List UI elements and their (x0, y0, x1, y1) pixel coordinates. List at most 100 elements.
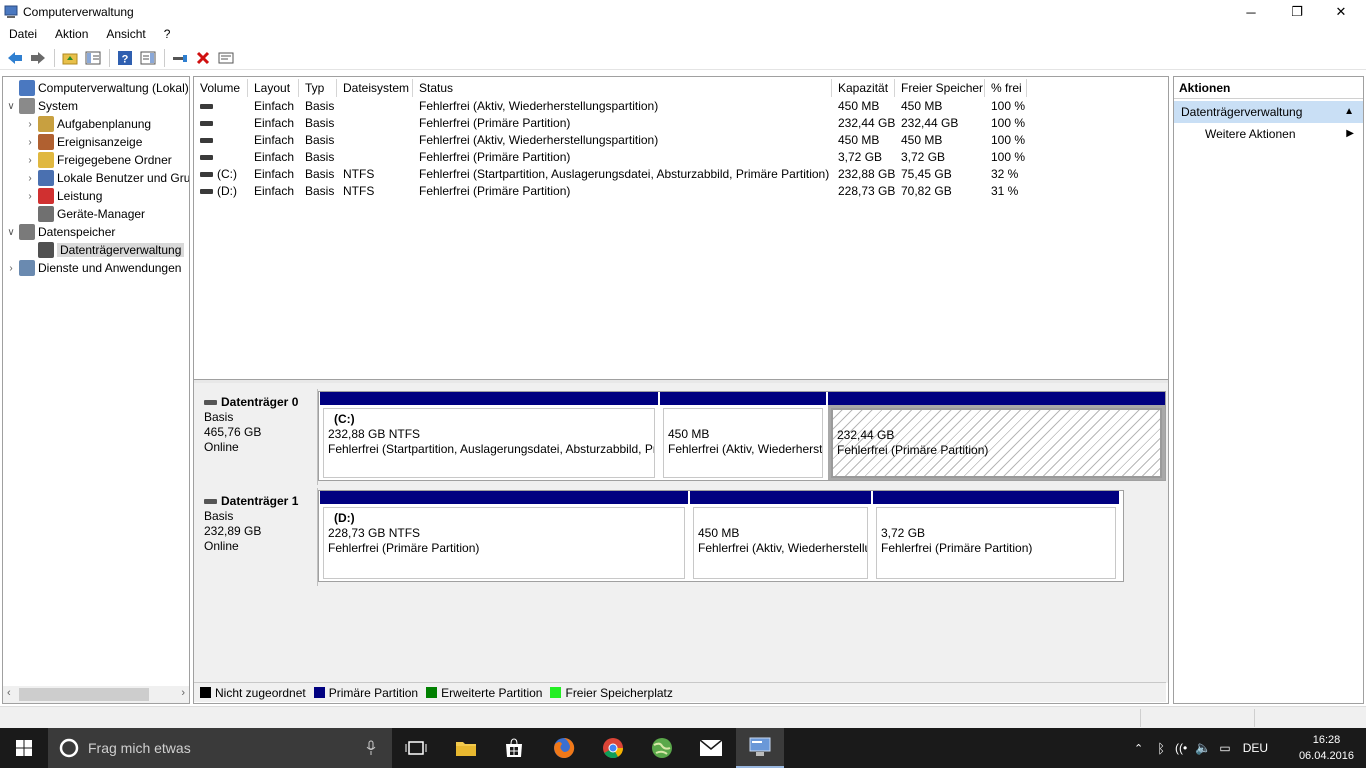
tree-item-computerverwaltung-lokal-[interactable]: Computerverwaltung (Lokal) (5, 79, 189, 97)
partition-primary-selected[interactable]: 232,44 GB Fehlerfrei (Primäre Partition) (828, 392, 1165, 480)
partition-status: Fehlerfrei (Aktiv, Wiederherstellu (698, 541, 868, 555)
menu-ansicht[interactable]: Ansicht (97, 27, 154, 41)
main-content-pane: Volume Layout Typ Dateisystem Status Kap… (193, 76, 1169, 704)
legend-swatch (550, 687, 562, 698)
column-header-status[interactable]: Status (413, 79, 832, 97)
column-header-dateisystem[interactable]: Dateisystem (337, 79, 413, 97)
expanded-chevron-icon[interactable]: ∨ (5, 101, 17, 112)
cell-kap: 3,72 GB (838, 150, 883, 164)
partition-primary-1[interactable]: 3,72 GB Fehlerfrei (Primäre Partition) (873, 491, 1119, 581)
help-button[interactable]: ? (114, 47, 136, 69)
clock[interactable]: 16:28 06.04.2016 (1299, 732, 1354, 764)
collapsed-chevron-icon[interactable]: › (24, 137, 36, 148)
properties-icon (140, 51, 156, 64)
expanded-chevron-icon[interactable]: ∨ (5, 227, 17, 238)
action-weitere-aktionen[interactable]: Weitere Aktionen ▶ (1174, 123, 1363, 145)
partition-recovery-1[interactable]: 450 MB Fehlerfrei (Aktiv, Wiederherstell… (690, 491, 871, 581)
partition-recovery-0[interactable]: 450 MB Fehlerfrei (Aktiv, Wiederherst (660, 392, 826, 480)
scroll-left-icon[interactable]: ‹ (7, 687, 11, 699)
primary-partition-bar (828, 392, 1165, 405)
taskbar-firefox[interactable] (540, 728, 588, 768)
tree-item-freigegebene-ordner[interactable]: › Freigegebene Ordner (24, 151, 172, 169)
collapsed-chevron-icon[interactable]: › (24, 173, 36, 184)
volume-cell (200, 149, 217, 166)
collapsed-chevron-icon[interactable]: › (5, 263, 17, 274)
wifi-icon[interactable]: ((• (1175, 741, 1187, 755)
bluetooth-icon[interactable]: ᛒ (1157, 741, 1165, 756)
restore-button[interactable]: ❐ (1274, 0, 1320, 24)
menu-help[interactable]: ? (155, 27, 180, 41)
volume-row[interactable]: Einfach Basis Fehlerfrei (Primäre Partitio… (194, 115, 1168, 132)
show-hide-tree-button[interactable] (82, 47, 104, 69)
tree-item-label: System (38, 99, 79, 113)
connect-button[interactable] (169, 47, 191, 69)
column-header-typ[interactable]: Typ (299, 79, 337, 97)
menu-aktion[interactable]: Aktion (46, 27, 97, 41)
tree-item-ereignisanzeige[interactable]: › Ereignisanzeige (24, 133, 142, 151)
volume-row[interactable]: (D:) Einfach Basis NTFS Fehlerfrei (Primäre … (194, 183, 1168, 200)
column-header-volume[interactable]: Volume (194, 79, 248, 97)
task-view-button[interactable] (392, 728, 440, 768)
actions-section-datentraegerverwaltung[interactable]: Datenträgerverwaltung ▲ (1174, 101, 1363, 123)
collapsed-chevron-icon[interactable]: › (24, 191, 36, 202)
disk-1-info[interactable]: Datenträger 1 Basis 232,89 GB Online (196, 488, 318, 586)
tree-horizontal-scrollbar[interactable]: ‹ › (3, 686, 189, 703)
scrollbar-thumb[interactable] (19, 688, 149, 701)
taskbar-chrome[interactable] (589, 728, 637, 768)
volume-row[interactable]: Einfach Basis Fehlerfrei (Aktiv, Wiederher… (194, 132, 1168, 149)
taskbar-computer-management[interactable] (736, 728, 784, 768)
event-viewer-icon (38, 134, 54, 150)
tree-item-aufgabenplanung[interactable]: › Aufgabenplanung (24, 115, 151, 133)
column-header-kapazitaet[interactable]: Kapazität (832, 79, 895, 97)
start-button[interactable] (0, 728, 48, 768)
firefox-icon (554, 737, 575, 758)
tree-item-leistung[interactable]: › Leistung (24, 187, 102, 205)
performance-icon (38, 188, 54, 204)
volume-row[interactable]: Einfach Basis Fehlerfrei (Aktiv, Wiederher… (194, 98, 1168, 115)
disk-type: Basis (204, 410, 234, 424)
column-header-freier-speicher[interactable]: Freier Speicher (895, 79, 985, 97)
partition-d[interactable]: (D:) 228,73 GB NTFS Fehlerfrei (Primäre … (320, 491, 688, 581)
volume-icon[interactable]: 🔈 (1195, 740, 1211, 756)
action-center-icon[interactable]: ▭ (1219, 741, 1230, 755)
globe-icon (652, 738, 672, 758)
show-hidden-icons-icon[interactable]: ⌃ (1134, 742, 1143, 755)
tree-item-geräte-manager[interactable]: Geräte-Manager (24, 205, 145, 223)
taskbar-mail[interactable] (687, 728, 735, 768)
back-button[interactable] (4, 47, 26, 69)
cortana-search-box[interactable]: Frag mich etwas (48, 728, 392, 768)
menu-datei[interactable]: Datei (0, 27, 46, 41)
properties-button[interactable] (137, 47, 159, 69)
tree-item-dienste-und-anwendungen[interactable]: › Dienste und Anwendungen (5, 259, 181, 277)
disk-0-info[interactable]: Datenträger 0 Basis 465,76 GB Online (196, 389, 318, 485)
collapsed-chevron-icon[interactable]: › (24, 155, 36, 166)
taskbar-globe-app[interactable] (638, 728, 686, 768)
tree-item-lokale-benutzer-und-gru[interactable]: › Lokale Benutzer und Gru (24, 169, 189, 187)
up-button[interactable] (59, 47, 81, 69)
language-indicator[interactable]: DEU (1243, 741, 1268, 755)
volume-row[interactable]: Einfach Basis Fehlerfrei (Primäre Partitio… (194, 149, 1168, 166)
forward-button[interactable] (27, 47, 49, 69)
properties-list-button[interactable] (215, 47, 237, 69)
minimize-button[interactable]: ─ (1228, 0, 1274, 24)
partition-size: 232,44 GB (837, 428, 895, 442)
delete-button[interactable] (192, 47, 214, 69)
microphone-icon[interactable] (366, 740, 376, 756)
scroll-right-icon[interactable]: › (181, 687, 185, 699)
cell-pct: 100 % (991, 133, 1026, 147)
tree-item-system[interactable]: ∨ System (5, 97, 78, 115)
taskbar-store[interactable] (490, 728, 538, 768)
column-header-layout[interactable]: Layout (248, 79, 299, 97)
taskbar-file-explorer[interactable] (442, 728, 490, 768)
column-header-prozent-frei[interactable]: % frei (985, 79, 1027, 97)
cell-status: Fehlerfrei (Startpartition, Auslagerungs… (419, 167, 830, 181)
tree-item-datenträgerverwaltung[interactable]: Datenträgerverwaltung (24, 241, 185, 259)
collapsed-chevron-icon[interactable]: › (24, 119, 36, 130)
close-button[interactable]: ✕ (1318, 0, 1364, 24)
volume-cell: (C:) (200, 166, 237, 183)
volume-row[interactable]: (C:) Einfach Basis NTFS Fehlerfrei (Startpar… (194, 166, 1168, 183)
tree-item-datenspeicher[interactable]: ∨ Datenspeicher (5, 223, 115, 241)
partition-c[interactable]: (C:) 232,88 GB NTFS Fehlerfrei (Startpar… (320, 392, 658, 480)
title-bar: Computerverwaltung ─ ❐ ✕ (0, 0, 1366, 24)
cell-kap: 450 MB (838, 133, 880, 147)
